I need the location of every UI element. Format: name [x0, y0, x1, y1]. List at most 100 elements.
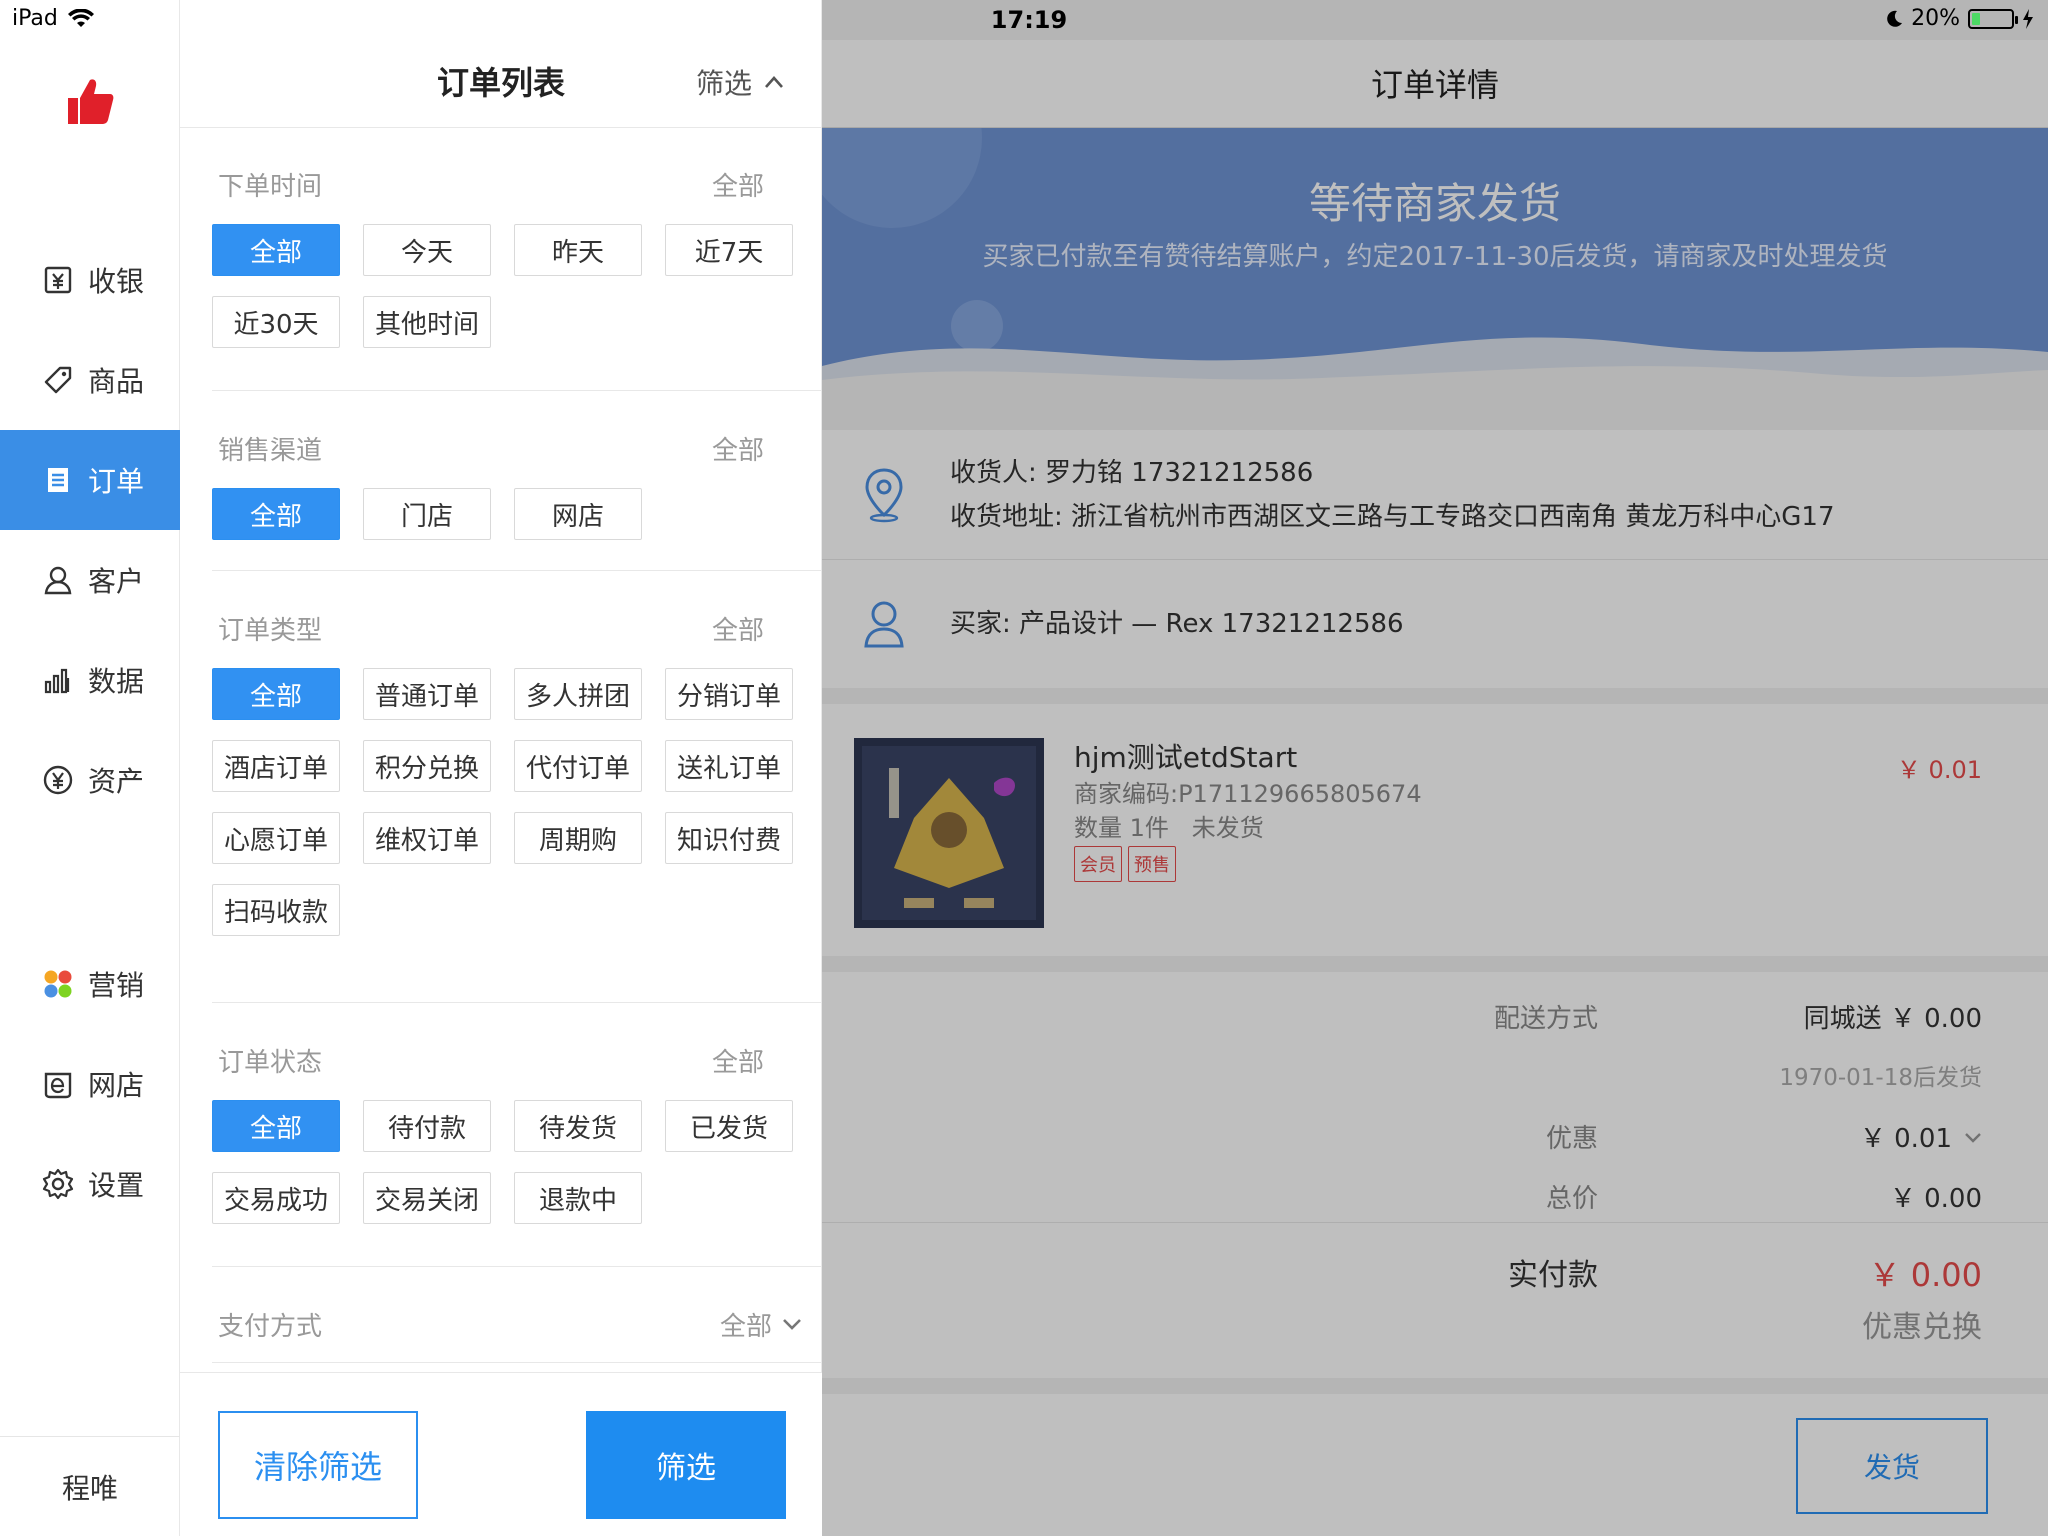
sidebar-item-label: 营销 [88, 969, 145, 1002]
filter-option[interactable]: 知识付费 [665, 812, 793, 864]
filter-option[interactable]: 待发货 [514, 1100, 642, 1152]
sidebar-item-eshop[interactable]: 网店 [0, 1034, 180, 1134]
presale-badge: 预售 [1128, 846, 1176, 882]
paid-value: ￥ 0.00 [1868, 1256, 1982, 1294]
filter-option[interactable]: 近7天 [665, 224, 793, 276]
sidebar: 收银 商品 订单 客户 数据 资产 营销 网店 设置 程唯 [0, 0, 180, 1536]
filter-section-payment[interactable]: 支付方式 全部 [212, 1296, 822, 1352]
address-card: 收货人: 罗力铭 17321212586 收货地址: 浙江省杭州市西湖区文三路与… [822, 430, 2048, 688]
receiver-info: 收货人: 罗力铭 17321212586 收货地址: 浙江省杭州市西湖区文三路与… [950, 451, 1835, 539]
discount-value: ￥ 0.01 [1860, 1118, 1982, 1155]
filter-option[interactable]: 扫码收款 [212, 884, 340, 936]
filter-option[interactable]: 全部 [212, 668, 340, 720]
filter-footer: 清除筛选 筛选 [180, 1372, 822, 1536]
filter-option[interactable]: 积分兑换 [363, 740, 491, 792]
filter-option[interactable]: 维权订单 [363, 812, 491, 864]
cashier-icon [44, 266, 72, 294]
filter-header: 订单列表 筛选 [180, 40, 822, 128]
total-value: ￥ 0.00 [1889, 1184, 1982, 1214]
section-all[interactable]: 全部 [712, 430, 764, 467]
bar-chart-icon [44, 668, 70, 694]
option-group: 全部 普通订单 多人拼团 分销订单酒店订单 积分兑换 代付订单 送礼订单心愿订单 维权订单 周期… [212, 668, 822, 936]
filter-option[interactable]: 全部 [212, 488, 340, 540]
section-all[interactable]: 全部 [712, 610, 764, 647]
sidebar-item-assets[interactable]: 资产 [0, 730, 180, 830]
section-label: 销售渠道 [218, 435, 323, 466]
ship-button[interactable]: 发货 [1796, 1418, 1988, 1514]
filter-option[interactable]: 待付款 [363, 1100, 491, 1152]
filter-option[interactable]: 酒店订单 [212, 740, 340, 792]
sidebar-item-data[interactable]: 数据 [0, 630, 180, 730]
buyer-row[interactable]: 买家: 产品设计 — Rex 17321212586 [822, 560, 2048, 688]
user-name[interactable]: 程唯 [0, 1436, 180, 1536]
sidebar-item-cashier[interactable]: 收银 [0, 230, 180, 330]
filter-toggle[interactable]: 筛选 [696, 62, 784, 102]
section-header: 订单类型 全部 [212, 600, 822, 656]
section-label: 订单类型 [218, 615, 323, 646]
clear-filter-button[interactable]: 清除筛选 [218, 1411, 418, 1519]
filter-option[interactable]: 普通订单 [363, 668, 491, 720]
section-all[interactable]: 全部 [720, 1306, 802, 1343]
filter-option[interactable]: 近30天 [212, 296, 340, 348]
sidebar-item-customers[interactable]: 客户 [0, 530, 180, 630]
gear-icon [42, 1168, 74, 1200]
product-name: hjm测试etdStart [1074, 741, 1298, 774]
delivery-label: 配送方式 [1493, 1004, 1598, 1034]
section-label: 下单时间 [218, 171, 323, 202]
receiver-name: 收货人: 罗力铭 17321212586 [950, 457, 1314, 488]
filter-toggle-label: 筛选 [695, 67, 752, 100]
user-icon [44, 566, 72, 595]
filter-option[interactable]: 交易成功 [212, 1172, 340, 1224]
tag-icon [44, 366, 72, 394]
section-all[interactable]: 全部 [712, 166, 764, 203]
ship-status: 未发货 [1191, 814, 1264, 842]
sidebar-item-orders[interactable]: 订单 [0, 430, 180, 530]
chevron-up-icon [765, 76, 783, 88]
divider [212, 1002, 822, 1003]
option-group: 全部 今天 昨天 近7天近30天 其他时间 [212, 224, 822, 348]
section-header: 销售渠道 全部 [212, 420, 822, 476]
filter-section-order-status: 订单状态 全部 全部 待付款 待发货 已发货 交易成功 交易关闭 退款中 [212, 1032, 822, 1224]
filter-option[interactable]: 今天 [363, 224, 491, 276]
section-all[interactable]: 全部 [712, 1042, 764, 1079]
filter-option[interactable]: 心愿订单 [212, 812, 340, 864]
battery-icon [1968, 8, 2018, 29]
filter-option[interactable]: 昨天 [514, 224, 642, 276]
filter-option[interactable]: 交易关闭 [363, 1172, 491, 1224]
filter-option[interactable]: 其他时间 [363, 296, 491, 348]
order-icon [48, 468, 68, 492]
sidebar-item-marketing[interactable]: 营销 [0, 934, 180, 1034]
receiver-row: 收货人: 罗力铭 17321212586 收货地址: 浙江省杭州市西湖区文三路与… [822, 430, 2048, 560]
sidebar-item-label: 订单 [88, 465, 145, 498]
sidebar-item-products[interactable]: 商品 [0, 330, 180, 430]
filter-option[interactable]: 多人拼团 [514, 668, 642, 720]
section-label: 支付方式 [218, 1311, 323, 1342]
filter-option[interactable]: 门店 [363, 488, 491, 540]
sidebar-item-label: 客户 [88, 565, 145, 598]
filter-section-order-time: 下单时间 全部 全部 今天 昨天 近7天 近30天 其他时间 [212, 156, 822, 348]
banner-title: 等待商家发货 [1308, 179, 1561, 228]
filter-option[interactable]: 已发货 [665, 1100, 793, 1152]
sidebar-item-settings[interactable]: 设置 [0, 1134, 180, 1234]
divider [212, 1266, 822, 1267]
filter-option[interactable]: 网店 [514, 488, 642, 540]
order-detail: 订单详情 等待商家发货 买家已付款至有赞待结算账户，约定2017-11-30后发… [822, 0, 2048, 1536]
filter-option[interactable]: 分销订单 [665, 668, 793, 720]
filter-option[interactable]: 全部 [212, 224, 340, 276]
battery-percent: 20% [1911, 6, 1960, 31]
eshop-icon [44, 1072, 72, 1099]
filter-option[interactable]: 全部 [212, 1100, 340, 1152]
product-card[interactable]: hjm测试etdStart 商家编码:P171129665805674 数量 1… [822, 704, 2048, 956]
apply-filter-button[interactable]: 筛选 [586, 1411, 786, 1519]
product-tags: 会员 预售 [1074, 846, 1176, 882]
section-all-label: 全部 [719, 1311, 772, 1342]
filter-option[interactable]: 周期购 [514, 812, 642, 864]
redeem-link[interactable]: 优惠兑换 [1862, 1302, 1982, 1346]
location-pin-icon [865, 467, 903, 522]
divider [212, 390, 822, 391]
filter-option[interactable]: 代付订单 [514, 740, 642, 792]
product-price: ￥ 0.01 [1896, 756, 1982, 784]
filter-option[interactable]: 退款中 [514, 1172, 642, 1224]
filter-option[interactable]: 送礼订单 [665, 740, 793, 792]
divider [212, 570, 822, 571]
